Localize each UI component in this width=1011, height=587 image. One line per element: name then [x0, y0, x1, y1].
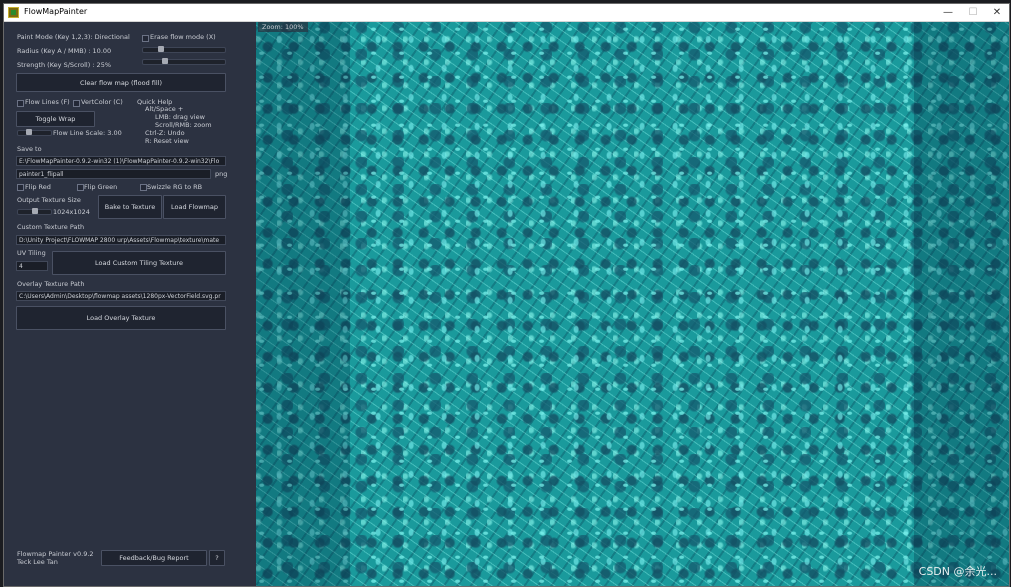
- strength-label: Strength (Key S/Scroll) : 25%: [17, 61, 112, 69]
- output-size-thumb[interactable]: [31, 208, 38, 214]
- quick-help-line: Alt/Space +: [145, 105, 184, 113]
- erase-checkbox[interactable]: [142, 35, 149, 42]
- quick-help-line: Ctrl-Z: Undo: [145, 129, 185, 137]
- flip-red-label: Flip Red: [25, 183, 51, 191]
- save-to-label: Save to: [17, 145, 42, 153]
- window-title: FlowMapPainter: [24, 7, 88, 16]
- output-size-slider[interactable]: [17, 208, 52, 215]
- quick-help-line: R: Reset view: [145, 137, 189, 145]
- load-flowmap-button[interactable]: Load Flowmap: [163, 195, 226, 219]
- custom-texture-input[interactable]: D:\Unity Project\FLOWMAP 2800 urp\Assets…: [16, 235, 226, 245]
- close-button[interactable]: ✕: [985, 4, 1009, 21]
- save-path-input[interactable]: E:\FlowMapPainter-0.9.2-win32 (1)\FlowMa…: [16, 156, 226, 166]
- flow-lines-label: Flow Lines (F): [25, 98, 70, 106]
- load-overlay-button[interactable]: Load Overlay Texture: [16, 306, 226, 330]
- minimize-button[interactable]: —: [936, 4, 960, 21]
- overlay-texture-label: Overlay Texture Path: [17, 280, 85, 288]
- load-tiling-button[interactable]: Load Custom Tiling Texture: [52, 251, 226, 275]
- flip-green-checkbox[interactable]: [77, 184, 84, 191]
- feedback-button[interactable]: Feedback/Bug Report: [101, 550, 207, 566]
- bake-texture-button[interactable]: Bake to Texture: [98, 195, 162, 219]
- csdn-watermark: CSDN @余光...: [918, 565, 997, 578]
- file-extension-label: png: [215, 170, 228, 178]
- custom-texture-label: Custom Texture Path: [17, 223, 85, 231]
- app-window: FlowMapPainter — ☐ ✕ Paint Mode (Key 1,2…: [3, 3, 1010, 587]
- swizzle-checkbox[interactable]: [140, 184, 147, 191]
- zoom-indicator: Zoom: 100%: [258, 22, 308, 32]
- app-icon: [8, 7, 19, 18]
- overlay-texture-input[interactable]: C:\Users\Admin\Desktop\flowmap assets\12…: [16, 291, 226, 301]
- output-size-label: Output Texture Size: [17, 196, 81, 204]
- clear-flowmap-button[interactable]: Clear flow map (flood fill): [16, 73, 226, 92]
- uv-tiling-label: UV Tiling: [17, 249, 46, 257]
- footer-version: Flowmap Painter v0.9.2: [17, 550, 94, 558]
- radius-label: Radius (Key A / MMB) : 10.00: [17, 47, 112, 55]
- wrap-region-right: [914, 22, 1009, 586]
- output-size-value: 1024x1024: [53, 208, 90, 216]
- settings-panel: Paint Mode (Key 1,2,3): Directional Eras…: [4, 22, 256, 586]
- swizzle-label: Swizzle RG to RB: [147, 183, 203, 191]
- uv-tiling-input[interactable]: 4: [16, 261, 48, 271]
- wrap-region-left: [256, 22, 350, 586]
- vertcolor-checkbox[interactable]: [73, 100, 80, 107]
- vertcolor-label: VertColor (C): [81, 98, 123, 106]
- flow-line-scale-thumb[interactable]: [26, 129, 33, 135]
- texture-canvas[interactable]: [256, 22, 1009, 586]
- quick-help-line: LMB: drag view: [155, 113, 205, 121]
- radius-slider[interactable]: [142, 46, 226, 53]
- toggle-wrap-button[interactable]: Toggle Wrap: [16, 111, 95, 127]
- footer-author: Teck Lee Tan: [17, 558, 58, 566]
- strength-slider-thumb[interactable]: [162, 58, 168, 64]
- flow-line-scale-label: Flow Line Scale: 3.00: [53, 129, 122, 137]
- flow-lines-checkbox[interactable]: [17, 100, 24, 107]
- radius-slider-thumb[interactable]: [158, 46, 165, 52]
- file-name-input[interactable]: painter1_flipall: [16, 169, 211, 179]
- title-bar: FlowMapPainter — ☐ ✕: [4, 4, 1009, 22]
- paint-mode-label: Paint Mode (Key 1,2,3): Directional: [17, 33, 130, 41]
- strength-slider[interactable]: [142, 58, 226, 65]
- quick-help-line: Scroll/RMB: zoom: [155, 121, 212, 129]
- help-button[interactable]: ?: [209, 550, 225, 566]
- erase-label: Erase flow mode (X): [150, 33, 216, 41]
- flip-red-checkbox[interactable]: [17, 184, 24, 191]
- flip-green-label: Flip Green: [84, 183, 118, 191]
- flow-line-scale-slider[interactable]: [17, 129, 52, 136]
- maximize-button[interactable]: ☐: [961, 4, 985, 21]
